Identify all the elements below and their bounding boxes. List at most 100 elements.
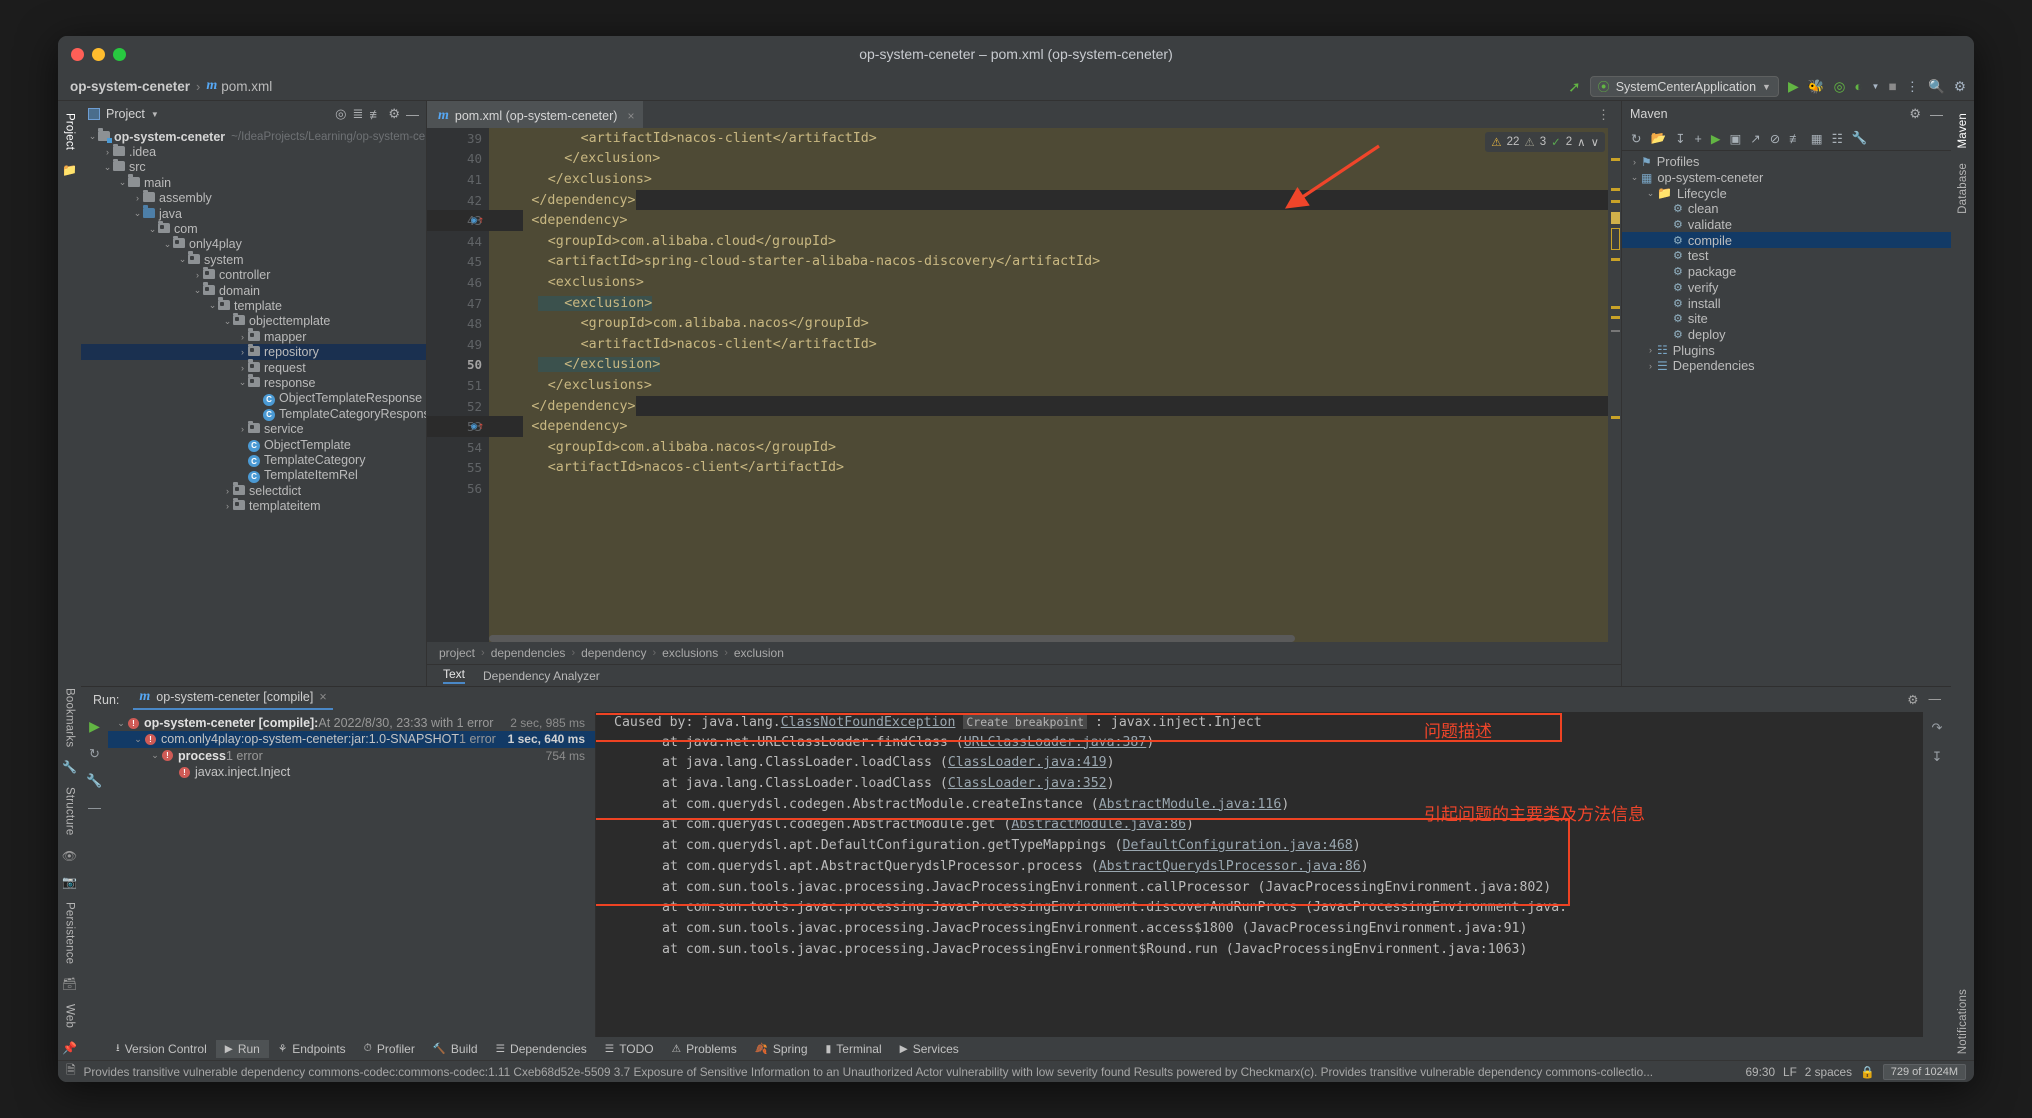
console-link[interactable]: ClassLoader.java:419 (948, 755, 1107, 770)
reload-icon[interactable]: ↻ (1631, 131, 1641, 146)
console-line[interactable]: Caused by: java.lang.ClassNotFoundExcept… (596, 712, 1951, 733)
chevron-down-icon[interactable]: ⌄ (192, 285, 203, 296)
maven-node-validate[interactable]: ⚙ validate (1622, 217, 1951, 233)
sidebar-item-project[interactable]: Project (64, 107, 76, 156)
code-line[interactable]: <groupId>com.alibaba.nacos</groupId> (489, 437, 1608, 458)
maven-node-verify[interactable]: ⚙ verify (1622, 280, 1951, 296)
wrench-icon[interactable]: 🔧 (62, 755, 77, 779)
chevron-right-icon[interactable]: › (237, 424, 248, 434)
lock-icon[interactable]: 🔒 (1860, 1065, 1875, 1079)
toggle-offline-icon[interactable]: ⊘ (1770, 131, 1780, 146)
console-line[interactable]: at java.net.URLClassLoader.findClass (UR… (596, 733, 1951, 754)
gutter-line[interactable]: 41─ (427, 169, 499, 190)
run-with-coverage-icon[interactable]: ◎ (1834, 79, 1846, 95)
chevron-right-icon[interactable]: › (237, 347, 248, 357)
close-icon[interactable]: × (319, 690, 326, 704)
chevron-down-icon[interactable]: ⌄ (132, 208, 143, 219)
code-line[interactable]: <groupId>com.alibaba.cloud</groupId> (489, 231, 1608, 252)
maven-node-plugins[interactable]: › ☷ Plugins (1622, 342, 1951, 358)
code-line[interactable]: </dependency> (489, 189, 1608, 211)
sidebar-item-persistence[interactable]: Persistence (64, 896, 76, 970)
inspections-widget[interactable]: ⚠ 22 ⚠ 3 ✓ 2 ∧ ∨ (1485, 132, 1605, 152)
maven-node-dependencies[interactable]: › ☰ Dependencies (1622, 358, 1951, 374)
maven-node-clean[interactable]: ⚙ clean (1622, 201, 1951, 217)
caret-position[interactable]: 69:30 (1745, 1065, 1775, 1079)
chevron-right-icon[interactable]: › (237, 332, 248, 342)
editor-horizontal-scrollbar[interactable] (489, 635, 1608, 642)
code-line[interactable]: </exclusions> (489, 169, 1608, 190)
code-line[interactable]: <exclusions> (489, 272, 1608, 293)
chevron-down-icon[interactable]: ⌄ (207, 300, 218, 311)
tree-node-response[interactable]: ⌄ response (81, 374, 426, 390)
code-line[interactable]: </exclusions> (489, 375, 1608, 396)
search-icon[interactable]: 🔍 (1928, 79, 1945, 95)
tree-node-templatecategoryresponse[interactable]: C TemplateCategoryResponse (81, 406, 426, 421)
next-problem-icon[interactable]: ∨ (1591, 135, 1599, 149)
chevron-right-icon[interactable]: › (1644, 361, 1657, 371)
run-node[interactable]: ⌄! process 1 error 754 ms (108, 748, 595, 764)
code-line[interactable]: </exclusion> (489, 355, 1608, 376)
build-arrow-icon[interactable]: ➚ (1568, 78, 1581, 96)
maven-node-deploy[interactable]: ⚙ deploy (1622, 327, 1951, 343)
console-line[interactable]: at java.lang.ClassLoader.loadClass (Clas… (596, 774, 1951, 795)
tree-node-request[interactable]: › request (81, 359, 426, 375)
gutter-line[interactable]: 47─ (427, 293, 499, 314)
tree-node-com[interactable]: ⌄ com (81, 220, 426, 236)
run-line-marker-icon[interactable]: ◉ ↑ (471, 215, 484, 226)
sidebar-item-maven[interactable]: Maven (1957, 107, 1969, 155)
gutter-line[interactable]: 52─ (427, 396, 499, 417)
settings-wrench-icon[interactable]: 🔧 (1852, 131, 1868, 146)
code-line[interactable]: <artifactId>nacos-client</artifactId> (489, 458, 1608, 479)
indent-setting[interactable]: 2 spaces (1805, 1065, 1852, 1079)
run-config-icon[interactable]: ▣ (1729, 131, 1741, 146)
gutter-line[interactable]: 54 (427, 437, 489, 458)
editor-breadcrumb-dependencies[interactable]: dependencies (491, 646, 566, 660)
console-line[interactable]: at com.querydsl.apt.DefaultConfiguration… (596, 836, 1951, 857)
gutter-line[interactable]: 50─ (427, 355, 499, 376)
chevron-down-icon[interactable]: ⌄ (1644, 188, 1657, 199)
chevron-down-icon[interactable]: ▼ (151, 110, 159, 119)
add-module-icon[interactable]: 📂 (1650, 131, 1666, 146)
chevron-down-icon[interactable]: ⌄ (147, 224, 158, 235)
camera-icon[interactable]: 📷 (62, 870, 77, 894)
tool-strip-build[interactable]: 🔨 Build (424, 1040, 487, 1058)
tree-node-selectdict[interactable]: › selectdict (81, 482, 426, 498)
editor-bottom-tab-dependency-analyzer[interactable]: Dependency Analyzer (483, 669, 600, 683)
maven-node-profiles[interactable]: › ⚑ Profiles (1622, 154, 1951, 170)
tree-node-objecttemplate[interactable]: ⌄ objecttemplate (81, 312, 426, 329)
tree-node-objecttemplateresponse[interactable]: C ObjectTemplateResponse (81, 391, 426, 406)
gutter-line[interactable]: 39 (427, 128, 489, 149)
eye-icon[interactable]: 👁 (62, 844, 77, 868)
previous-problem-icon[interactable]: ∧ (1577, 135, 1585, 149)
tree-node-templatecategory[interactable]: C TemplateCategory (81, 452, 426, 468)
editor-breadcrumb-project[interactable]: project (439, 646, 475, 660)
minus-icon[interactable]: — (88, 800, 101, 815)
editor-breadcrumb-dependency[interactable]: dependency (581, 646, 646, 660)
settings-icon[interactable]: ⚙ (1954, 79, 1966, 95)
scroll-to-end-icon[interactable]: ↧ (1932, 749, 1943, 765)
plus-icon[interactable]: + (1695, 132, 1702, 146)
execute-icon[interactable]: ▶ (1711, 131, 1721, 146)
breadcrumb-file[interactable]: pom.xml (221, 79, 272, 94)
run-node[interactable]: ! javax.inject.Inject (108, 764, 595, 780)
tree-node-system[interactable]: ⌄ system (81, 251, 426, 267)
gear-icon[interactable]: ⚙ (388, 106, 400, 122)
console-line[interactable]: at com.sun.tools.javac.processing.JavacP… (596, 898, 1951, 919)
console-link[interactable]: ClassLoader.java:352 (948, 776, 1107, 791)
code-line[interactable]: </exclusion> (489, 149, 1608, 170)
console-line[interactable]: at java.lang.ClassLoader.loadClass (Clas… (596, 753, 1951, 774)
tree-node-objecttemplate[interactable]: C ObjectTemplate (81, 437, 426, 452)
code-line[interactable]: <artifactId>nacos-client</artifactId> (489, 334, 1608, 355)
gutter-line[interactable]: 51─ (427, 375, 499, 396)
chevron-down-icon[interactable]: ⌄ (117, 177, 128, 188)
maven-node-test[interactable]: ⚙ test (1622, 248, 1951, 264)
console-link[interactable]: AbstractModule.java:86 (1011, 817, 1186, 832)
chevron-down-icon[interactable]: ⌄ (237, 377, 248, 388)
memory-indicator[interactable]: 729 of 1024M (1882, 1063, 1966, 1080)
minimize-window-button[interactable] (92, 47, 105, 61)
tree-node-main[interactable]: ⌄ main (81, 174, 426, 190)
tree-node--idea[interactable]: › .idea (81, 143, 426, 159)
show-diagram-icon[interactable]: ☷ (1832, 131, 1843, 146)
gutter-line[interactable]: ◉↑53─ (427, 416, 499, 437)
tree-node-op-system-ceneter[interactable]: ⌄ op-system-ceneter ~/IdeaProjects/Learnin… (81, 128, 426, 144)
